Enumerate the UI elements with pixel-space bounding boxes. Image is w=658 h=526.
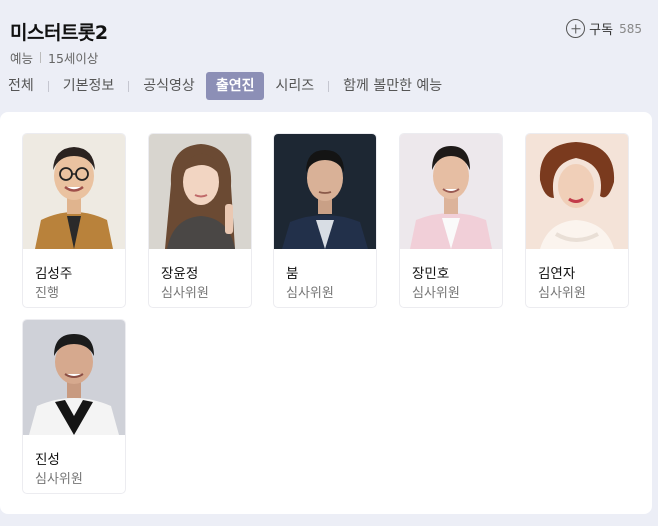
cast-card[interactable]: 장민호 심사위원: [399, 133, 503, 308]
cast-role: 심사위원: [412, 286, 460, 301]
cast-panel: 김성주 진행 장윤정 심사위원 붐 심사위원 장민호 심사위원 김연자 심사위원…: [0, 112, 652, 514]
tab-related-shows[interactable]: 함께 볼만한 예능: [338, 72, 447, 100]
cast-card[interactable]: 김성주 진행: [22, 133, 126, 308]
cast-name: 김성주: [35, 266, 73, 282]
genre-label: 예능: [10, 51, 34, 66]
cast-name: 장윤정: [161, 266, 199, 282]
tab-divider: [128, 80, 130, 92]
tab-cast[interactable]: 출연진: [205, 72, 265, 100]
tab-series[interactable]: 시리즈: [270, 72, 319, 100]
plus-circle-icon: [566, 19, 586, 38]
cast-name: 김연자: [538, 266, 576, 282]
cast-name: 진성: [35, 452, 60, 468]
tab-official-videos[interactable]: 공식영상: [138, 72, 200, 100]
cast-role: 진행: [35, 286, 59, 301]
cast-role: 심사위원: [286, 286, 334, 301]
cast-card[interactable]: 붐 심사위원: [273, 133, 377, 308]
cast-photo: [23, 320, 125, 435]
tab-bar: 전체 기본정보 공식영상 출연진 시리즈 함께 볼만한 예능: [0, 72, 447, 100]
tab-all[interactable]: 전체: [0, 72, 39, 100]
meta-divider: [40, 52, 42, 63]
cast-role: 심사위원: [161, 286, 209, 301]
subscribe-label: 구독: [589, 23, 614, 38]
subscribe-count: 585: [619, 21, 642, 36]
cast-photo: [23, 134, 125, 249]
tab-divider: [328, 80, 330, 92]
cast-photo: [274, 134, 376, 249]
cast-photo: [526, 134, 628, 249]
cast-card[interactable]: 진성 심사위원: [22, 319, 126, 494]
program-meta: 예능 15세이상: [10, 48, 98, 67]
cast-role: 심사위원: [538, 286, 586, 301]
program-header: 미스터트롯2 예능 15세이상 구독 585 전체 기본정보 공식영상 출연진 …: [0, 0, 658, 112]
tab-divider: [47, 80, 49, 92]
cast-card[interactable]: 김연자 심사위원: [525, 133, 629, 308]
cast-name: 붐: [286, 266, 299, 282]
cast-card[interactable]: 장윤정 심사위원: [148, 133, 252, 308]
tab-basic-info[interactable]: 기본정보: [58, 72, 120, 100]
cast-photo: [400, 134, 502, 249]
cast-role: 심사위원: [35, 472, 83, 487]
subscribe-button[interactable]: 구독 585: [566, 19, 642, 38]
cast-photo: [149, 134, 251, 249]
rating-label: 15세이상: [48, 51, 99, 66]
cast-name: 장민호: [412, 266, 450, 282]
program-title: 미스터트롯2: [10, 22, 108, 44]
